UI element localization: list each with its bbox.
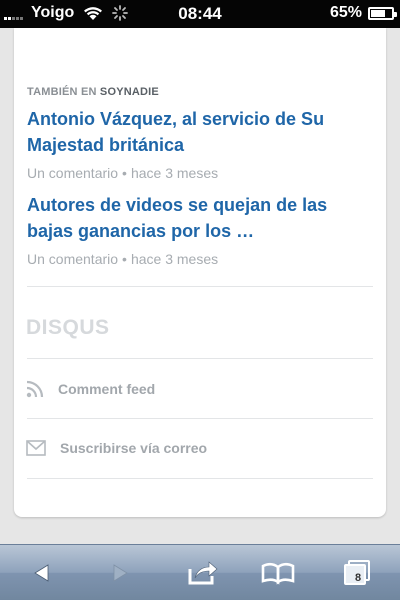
- comment-count: Un comentario: [27, 165, 119, 181]
- divider: [27, 286, 373, 287]
- related-section-label: TAMBIÉN EN SOYNADIE: [27, 86, 159, 98]
- article-age: hace 3 meses: [130, 165, 219, 181]
- mail-icon: [26, 440, 46, 456]
- related-article-meta-2: Un comentario • hace 3 meses: [27, 251, 218, 267]
- subscribe-email-label: Suscribirse vía correo: [60, 440, 208, 456]
- meta-separator: •: [122, 251, 127, 267]
- back-button[interactable]: [22, 545, 62, 600]
- tabs-button[interactable]: 8: [338, 545, 378, 600]
- rss-icon: [26, 380, 44, 398]
- bookmarks-button[interactable]: [256, 545, 300, 600]
- forward-button[interactable]: [100, 545, 140, 600]
- disqus-logo[interactable]: DISQUS: [26, 316, 110, 340]
- forward-arrow-icon: [113, 564, 128, 582]
- battery-icon: [368, 6, 397, 20]
- share-button[interactable]: [182, 545, 224, 600]
- bookmarks-icon: [261, 562, 295, 585]
- comment-feed-label: Comment feed: [58, 381, 156, 397]
- comment-feed-link[interactable]: Comment feed: [26, 380, 155, 398]
- subscribe-email-link[interactable]: Suscribirse vía correo: [26, 440, 207, 456]
- article-age: hace 3 meses: [130, 251, 219, 267]
- related-label-site: SOYNADIE: [99, 86, 159, 98]
- related-article-link-1[interactable]: Antonio Vázquez, al servicio de Su Majes…: [27, 106, 377, 158]
- meta-separator: •: [122, 165, 127, 181]
- related-article-link-2[interactable]: Autores de videos se quejan de las bajas…: [27, 192, 377, 244]
- share-icon: [188, 561, 218, 585]
- tabs-icon: 8: [344, 560, 372, 586]
- battery-percentage: 65%: [329, 4, 362, 21]
- tabs-count: 8: [354, 572, 362, 584]
- back-arrow-icon: [34, 564, 49, 582]
- related-article-meta-1: Un comentario • hace 3 meses: [27, 165, 218, 181]
- related-label-prefix: TAMBIÉN EN: [27, 86, 97, 98]
- browser-toolbar: 8: [0, 544, 400, 600]
- status-right: 65%: [329, 4, 397, 22]
- divider: [27, 418, 373, 419]
- divider: [27, 358, 373, 359]
- disqus-card: TAMBIÉN EN SOYNADIE Antonio Vázquez, al …: [14, 28, 386, 517]
- status-bar: Yoigo 08:44 65%: [0, 0, 400, 28]
- divider: [27, 478, 373, 479]
- comment-count: Un comentario: [27, 251, 119, 267]
